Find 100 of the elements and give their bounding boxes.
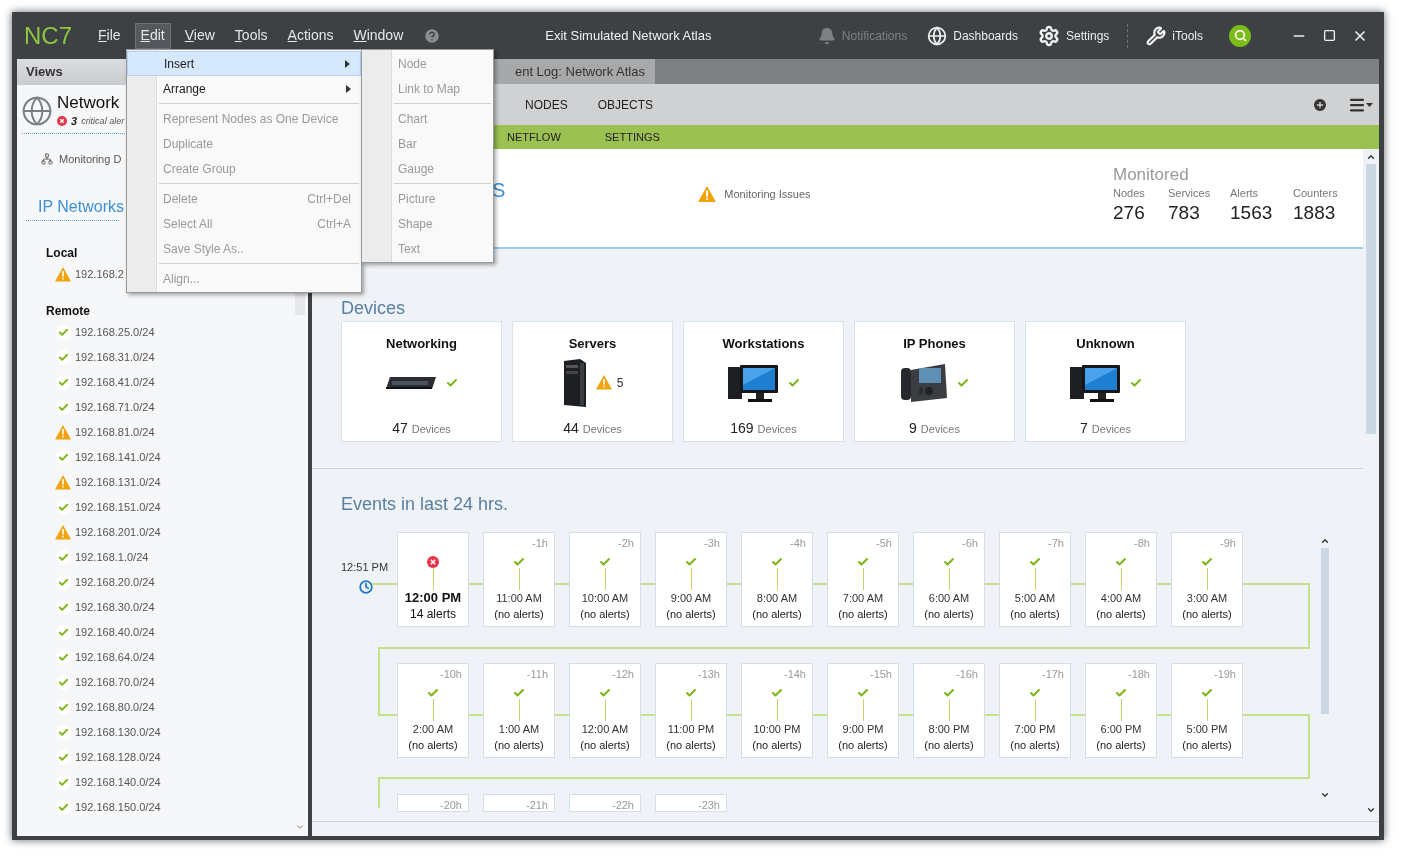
hour-offset: -7h: [1048, 536, 1064, 550]
event-card[interactable]: -2h 10:00 AM (no alerts): [569, 532, 641, 627]
sub-tab[interactable]: NETFLOW: [499, 128, 569, 146]
event-card[interactable]: -8h 4:00 AM (no alerts): [1085, 532, 1157, 627]
toolbar-button[interactable]: Settings: [1027, 20, 1120, 51]
event-time: 7:00 AM: [842, 591, 884, 606]
hour-offset: -15h: [869, 667, 892, 681]
network-item[interactable]: 192.168.20.0/24: [75, 574, 155, 591]
monitoring-issues-link[interactable]: Monitoring Issues: [724, 186, 811, 203]
events-title: Events in last 24 hrs.: [341, 493, 510, 516]
network-item[interactable]: 192.168.25.0/24: [75, 324, 155, 341]
sub-tab[interactable]: SETTINGS: [596, 128, 668, 146]
device-count: 44: [563, 418, 579, 438]
device-unit: Devices: [1091, 421, 1131, 437]
event-card[interactable]: -4h 8:00 AM (no alerts): [741, 532, 813, 627]
stat-label: Alerts: [1230, 186, 1260, 201]
window-title: Exit Simulated Network Atlas: [545, 26, 712, 45]
event-card[interactable]: -11h 1:00 AM (no alerts): [483, 663, 555, 758]
event-card[interactable]: -15h 9:00 PM (no alerts): [827, 663, 899, 758]
network-item[interactable]: 192.168.130.0/24: [75, 724, 161, 741]
event-card[interactable]: -13h 11:00 PM (no alerts): [655, 663, 727, 758]
stat-label: Nodes: [1113, 186, 1146, 201]
network-item[interactable]: 192.168.30.0/24: [75, 599, 155, 616]
event-card[interactable]: -16h 8:00 PM (no alerts): [913, 663, 985, 758]
alert-count: (no alerts): [580, 738, 630, 753]
hour-offset: -12h: [611, 667, 634, 681]
alert-count: (no alerts): [494, 738, 544, 753]
scroll-up-icon[interactable]: [1366, 152, 1376, 162]
event-card[interactable]: -6h 6:00 AM (no alerts): [913, 532, 985, 627]
wrench-icon: [1146, 25, 1167, 46]
scroll-down-icon[interactable]: [1366, 805, 1376, 815]
network-item[interactable]: 192.168.2: [75, 266, 124, 283]
toolbar-button[interactable]: Dashboards: [917, 20, 1028, 51]
network-item[interactable]: 192.168.80.0/24: [75, 699, 155, 716]
network-item[interactable]: 192.168.70.0/24: [75, 674, 155, 691]
event-card[interactable]: -12h 12:00 AM (no alerts): [569, 663, 641, 758]
event-card[interactable]: -5h 7:00 AM (no alerts): [827, 532, 899, 627]
event-card[interactable]: -10h 2:00 AM (no alerts): [397, 663, 469, 758]
network-item[interactable]: 192.168.31.0/24: [75, 349, 155, 366]
event-card[interactable]: -1h 11:00 AM (no alerts): [483, 532, 555, 627]
event-time: 12:00 AM: [581, 722, 629, 737]
event-card[interactable]: -3h 9:00 AM (no alerts): [655, 532, 727, 627]
network-item[interactable]: 192.168.1.0/24: [75, 549, 149, 566]
menu-bar-item[interactable]: Actions: [281, 22, 340, 49]
device-card[interactable]: Servers 5 44 Devices: [512, 321, 673, 442]
monitoring-link[interactable]: Monitoring D: [59, 150, 122, 167]
event-card[interactable]: -9h 3:00 AM (no alerts): [1171, 532, 1243, 627]
menu-bar-item[interactable]: Tools: [228, 22, 274, 49]
scrollbar-thumb[interactable]: [1321, 548, 1329, 714]
maximize-icon[interactable]: [1323, 29, 1336, 42]
menu-item[interactable]: Insert: [127, 51, 361, 76]
event-card[interactable]: -17h 7:00 PM (no alerts): [999, 663, 1071, 758]
search-icon[interactable]: [1229, 24, 1251, 47]
nav-tab[interactable]: NODES: [517, 95, 576, 114]
nav-tab[interactable]: OBJECTS: [589, 95, 662, 114]
network-item[interactable]: 192.168.41.0/24: [75, 374, 155, 391]
network-item[interactable]: 192.168.128.0/24: [75, 749, 161, 766]
scroll-down-icon[interactable]: [1320, 790, 1330, 800]
menu-bar-item[interactable]: Edit: [134, 22, 171, 49]
device-card[interactable]: IP Phones 9 Devices: [854, 321, 1015, 442]
scrollbar-thumb[interactable]: [1366, 164, 1376, 434]
toolbar-button[interactable]: iTools: [1136, 20, 1213, 51]
hour-offset: -17h: [1041, 667, 1064, 681]
alert-count: (no alerts): [752, 738, 802, 753]
event-time: 10:00 PM: [753, 722, 801, 737]
event-card[interactable]: -7h 5:00 AM (no alerts): [999, 532, 1071, 627]
device-card[interactable]: Workstations 169 Devices: [683, 321, 844, 442]
alert-count: (no alerts): [1010, 607, 1060, 622]
alert-count: 3: [71, 114, 78, 129]
hour-offset: -23h: [697, 798, 720, 811]
menu-bar-item[interactable]: File: [92, 22, 127, 49]
network-item[interactable]: 192.168.81.0/24: [75, 424, 155, 441]
network-item[interactable]: 192.168.141.0/24: [75, 449, 161, 466]
event-time: 6:00 PM: [1100, 722, 1142, 737]
sitemap-icon: [41, 152, 53, 165]
scroll-up-icon[interactable]: [1320, 536, 1330, 546]
network-item[interactable]: 192.168.40.0/24: [75, 624, 155, 641]
network-item[interactable]: 192.168.131.0/24: [75, 474, 161, 491]
event-time: 11:00 AM: [496, 591, 542, 606]
network-item[interactable]: 192.168.140.0/24: [75, 774, 161, 791]
network-item[interactable]: 192.168.71.0/24: [75, 399, 155, 416]
network-item[interactable]: 192.168.201.0/24: [75, 524, 161, 541]
menu-bar-item[interactable]: Window: [347, 22, 410, 49]
scrollbar[interactable]: [1320, 536, 1330, 800]
device-unit: Devices: [757, 421, 797, 437]
add-icon[interactable]: [1312, 96, 1328, 113]
event-card[interactable]: 12:00 PM 14 alerts: [397, 532, 469, 627]
network-item[interactable]: 192.168.150.0/24: [75, 799, 161, 816]
device-card[interactable]: Networking 47 Devices: [341, 321, 502, 442]
device-card[interactable]: Unknown 7 Devices: [1025, 321, 1186, 442]
network-item[interactable]: 192.168.151.0/24: [75, 499, 161, 516]
event-card[interactable]: -19h 5:00 PM (no alerts): [1171, 663, 1243, 758]
help-icon[interactable]: [423, 26, 442, 45]
event-card[interactable]: -18h 6:00 PM (no alerts): [1085, 663, 1157, 758]
alert-count: (no alerts): [1096, 738, 1146, 753]
event-time: 8:00 PM: [928, 722, 970, 737]
menu-bar-item[interactable]: View: [178, 22, 221, 49]
network-item[interactable]: 192.168.64.0/24: [75, 649, 155, 666]
hour-offset: -20h: [439, 798, 462, 811]
event-card[interactable]: -14h 10:00 PM (no alerts): [741, 663, 813, 758]
